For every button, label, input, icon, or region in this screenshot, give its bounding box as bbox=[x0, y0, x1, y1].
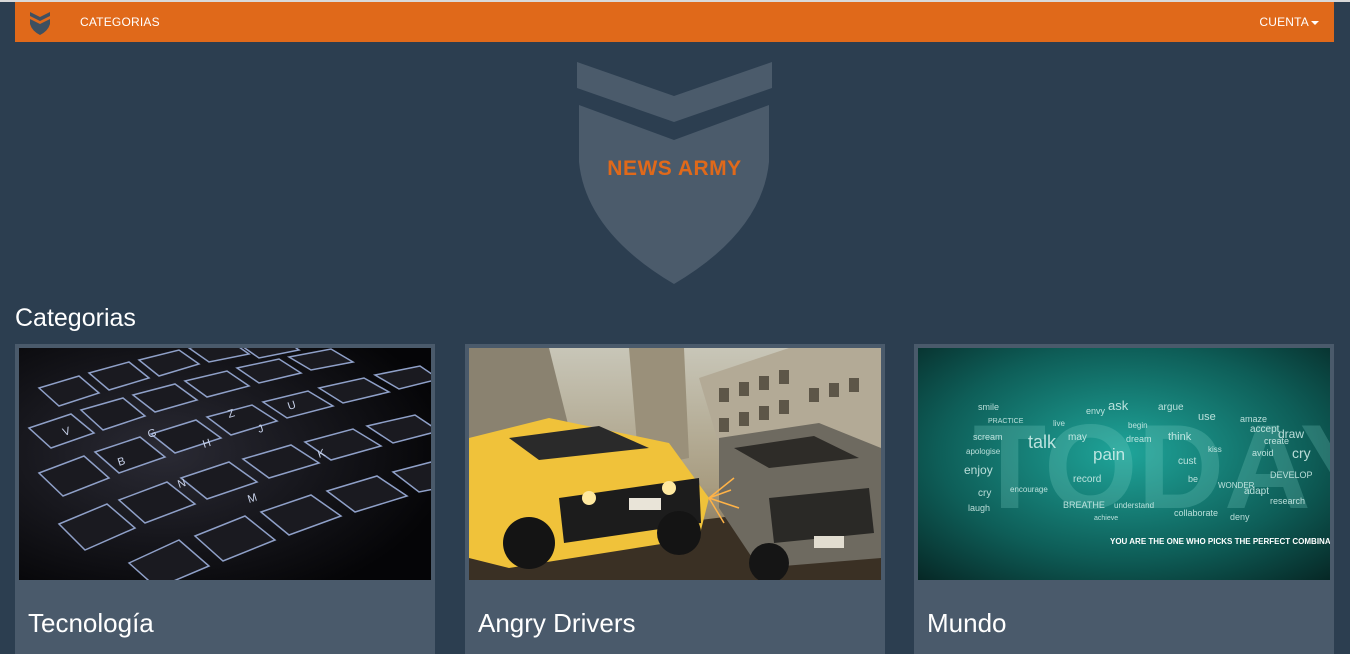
svg-text:cry: cry bbox=[978, 488, 991, 499]
svg-text:begin: begin bbox=[1128, 421, 1148, 430]
svg-text:think: think bbox=[1168, 431, 1192, 443]
svg-text:BREATHE: BREATHE bbox=[1063, 500, 1105, 510]
svg-text:ask: ask bbox=[1108, 398, 1129, 413]
svg-text:argue: argue bbox=[1158, 402, 1184, 413]
svg-text:kiss: kiss bbox=[1208, 445, 1222, 454]
logo-text: NEWS ARMY bbox=[607, 157, 742, 180]
category-card-angry-drivers[interactable]: Angry Drivers bbox=[465, 344, 885, 654]
svg-text:amaze: amaze bbox=[1240, 414, 1267, 424]
caret-down-icon bbox=[1311, 20, 1319, 25]
svg-text:avoid: avoid bbox=[1252, 448, 1274, 458]
image-caption: YOU ARE THE ONE WHO PICKS THE PERFECT CO… bbox=[1110, 537, 1330, 546]
svg-text:dream: dream bbox=[1126, 434, 1152, 444]
top-navbar: CATEGORIAS CUENTA bbox=[15, 2, 1334, 42]
svg-text:use: use bbox=[1198, 411, 1216, 423]
nav-categorias-link[interactable]: CATEGORIAS bbox=[80, 2, 160, 42]
svg-text:draw: draw bbox=[1278, 427, 1304, 441]
category-title[interactable]: Tecnología bbox=[28, 608, 154, 639]
svg-text:adapt: adapt bbox=[1244, 486, 1269, 497]
svg-text:understand: understand bbox=[1114, 501, 1154, 510]
svg-text:record: record bbox=[1073, 474, 1101, 485]
category-title[interactable]: Mundo bbox=[927, 608, 1007, 639]
svg-text:enjoy: enjoy bbox=[964, 463, 993, 477]
category-card-tecnologia[interactable]: V B N G H J M K U Z Tecnología bbox=[15, 344, 435, 654]
category-title[interactable]: Angry Drivers bbox=[478, 608, 635, 639]
svg-text:scream: scream bbox=[973, 432, 1003, 442]
nav-cuenta-dropdown[interactable]: CUENTA bbox=[1259, 2, 1319, 42]
category-card-mundo[interactable]: TODAY smile PRACTICE scream apologise en… bbox=[914, 344, 1334, 654]
svg-text:may: may bbox=[1068, 432, 1087, 443]
svg-text:collaborate: collaborate bbox=[1174, 508, 1218, 518]
svg-text:talk: talk bbox=[1028, 432, 1057, 452]
svg-text:PRACTICE: PRACTICE bbox=[988, 418, 1024, 425]
brand-shield-icon[interactable] bbox=[28, 10, 52, 36]
svg-text:deny: deny bbox=[1230, 512, 1250, 522]
svg-text:TODAY: TODAY bbox=[973, 400, 1330, 534]
svg-text:encourage: encourage bbox=[1010, 485, 1048, 494]
svg-text:smile: smile bbox=[978, 402, 999, 412]
svg-text:be: be bbox=[1188, 474, 1198, 484]
svg-text:envy: envy bbox=[1086, 406, 1106, 416]
racing-cars-image[interactable] bbox=[469, 348, 881, 580]
svg-text:pain: pain bbox=[1093, 445, 1125, 464]
svg-text:cust: cust bbox=[1178, 456, 1197, 467]
svg-text:laugh: laugh bbox=[968, 503, 990, 513]
svg-text:cry: cry bbox=[1292, 445, 1311, 461]
backlit-keyboard-image[interactable]: V B N G H J M K U Z bbox=[19, 348, 431, 580]
today-word-cloud-image[interactable]: TODAY smile PRACTICE scream apologise en… bbox=[918, 348, 1330, 580]
svg-text:live: live bbox=[1053, 419, 1066, 428]
nav-cuenta-label: CUENTA bbox=[1259, 15, 1309, 29]
section-title: Categorias bbox=[15, 304, 136, 332]
svg-text:DEVELOP: DEVELOP bbox=[1270, 470, 1313, 480]
svg-text:achieve: achieve bbox=[1094, 515, 1118, 522]
svg-text:apologise: apologise bbox=[966, 447, 1001, 456]
svg-text:accept: accept bbox=[1250, 424, 1280, 435]
svg-text:research: research bbox=[1270, 496, 1305, 506]
